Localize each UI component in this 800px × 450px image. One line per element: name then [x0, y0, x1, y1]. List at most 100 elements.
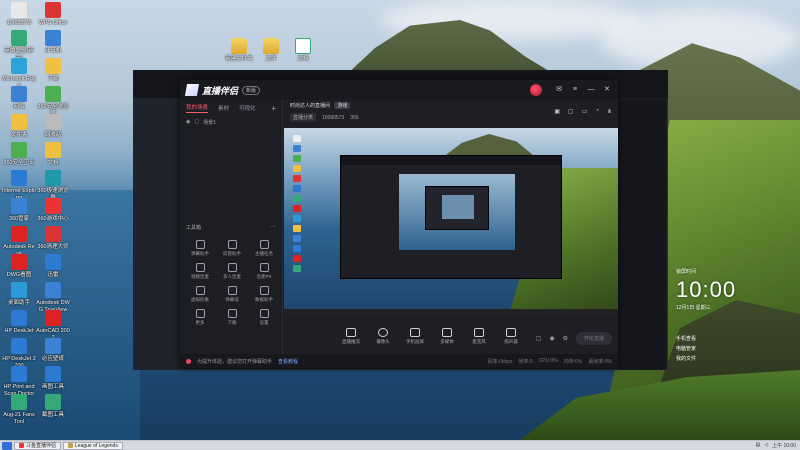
desktop-icon[interactable]: Aug-21 Fans Tool [2, 394, 36, 425]
add-scene-button[interactable]: + [271, 104, 276, 113]
desktop-icon[interactable]: 画图工具 [36, 366, 70, 391]
room-title[interactable]: 时尚达人的直播间 [290, 103, 330, 109]
desktop-icon[interactable]: 迅雷 [36, 254, 70, 279]
tool-button[interactable]: 视频连麦 [184, 263, 216, 280]
desktop-icon[interactable]: HP DeskJet 2700 [2, 338, 36, 369]
tool-button[interactable]: 设置 [248, 309, 280, 326]
close-icon[interactable]: ✕ [602, 85, 612, 95]
desktop-icon[interactable]: 必应壁纸 [36, 338, 70, 363]
eye-icon[interactable]: ◉ [186, 119, 190, 126]
status-link[interactable]: 查看教程 [278, 358, 298, 365]
app-icon [11, 170, 27, 186]
category-pill[interactable]: 直播分类 [290, 113, 317, 122]
more-icon [195, 309, 205, 318]
desktop-icon-label: 网络 [13, 104, 25, 110]
widget-row: 手机查看 [676, 335, 696, 342]
desktop-icon[interactable]: HP Print and Scan Doctor [2, 366, 36, 397]
control-button[interactable]: 摄像头 [372, 328, 394, 345]
app-icon [11, 226, 27, 242]
desktop-icon[interactable]: 360安全浏览器 [36, 86, 70, 117]
desktop-icon[interactable]: HP DeskJet [2, 310, 36, 335]
desktop-file[interactable]: 文档 [286, 38, 320, 63]
tab-visual[interactable]: 可视化 [239, 104, 256, 112]
desktop-icon[interactable]: 计算机 [36, 30, 70, 55]
desktop-icon[interactable]: Autodesk DWG TrueView [36, 282, 70, 313]
desktop-icon-label: 文件夹 [10, 132, 28, 138]
menu-icon[interactable]: ≡ [570, 85, 580, 95]
desktop-icon[interactable]: 360管家 [2, 198, 36, 223]
message-icon[interactable]: ✉ [554, 85, 564, 95]
desktop-icon[interactable]: WPS Office [36, 2, 70, 27]
tab-assets[interactable]: 素材 [218, 104, 229, 112]
widget-item[interactable]: 我的文件 [676, 355, 696, 362]
desktop-icon[interactable]: 360极速浏览器 [36, 170, 70, 201]
app-titlebar[interactable]: 直播伴侣 新版 ✉ ≡ — ✕ [180, 80, 618, 100]
tool-button[interactable]: 多人连麦 [216, 263, 248, 280]
desktop-icon[interactable]: Microsoft Edge [2, 58, 36, 89]
tool-button[interactable]: 下载 [216, 309, 248, 326]
desktop-icon[interactable]: 回收站 [36, 114, 70, 139]
tool-button[interactable]: 房管助手 [216, 240, 248, 257]
taskbar-item[interactable]: 斗鱼直播伴侣 [14, 441, 62, 450]
desktop-icon[interactable]: 文件夹 [2, 114, 36, 139]
tool-button[interactable]: 数据助手 [248, 286, 280, 303]
desktop-icon[interactable]: 360安全卫士 [2, 142, 36, 167]
settings-icon [259, 309, 269, 318]
volume-icon[interactable]: ◁ [764, 442, 768, 449]
desktop-icon-label: 下载 [47, 76, 59, 82]
desktop-icon[interactable]: AutoCAD 2007 [36, 310, 70, 341]
control-button[interactable]: 手机投屏 [404, 328, 426, 345]
desktop-icon[interactable]: 10090573 [2, 2, 36, 27]
avatar[interactable] [530, 84, 542, 96]
tool-button[interactable]: 虚拟形象 [184, 286, 216, 303]
tool-button[interactable]: 弹幕墙 [216, 286, 248, 303]
desktop-icon[interactable]: Internet Explorer [2, 170, 36, 201]
minimize-icon[interactable]: — [586, 85, 596, 95]
room-badge[interactable]: 游戏 [334, 102, 351, 109]
more-icon[interactable]: ⋯ [271, 224, 276, 231]
control-button[interactable]: 扬声器 [500, 328, 522, 345]
desktop-icon[interactable]: 网络 [2, 86, 36, 111]
tray-clock[interactable]: 上午 10:00 [772, 442, 796, 449]
desktop-icon[interactable]: 文档 [36, 142, 70, 167]
taskbar-item[interactable]: League of Legends [63, 441, 123, 450]
settings-icon[interactable]: ⚙ [563, 335, 568, 342]
desktop-folder[interactable]: 文件 [254, 38, 288, 63]
start-live-button[interactable]: 开始直播 [575, 332, 612, 345]
widget-item[interactable]: 手机查看 [676, 335, 696, 342]
desktop-icon[interactable]: 截图工具 [36, 394, 70, 419]
control-button[interactable]: 多媒体 [436, 328, 458, 345]
widget-item[interactable]: 电脑管家 [676, 345, 696, 352]
tool-button[interactable]: 连麦PK [248, 263, 280, 280]
desktop-icon[interactable]: 下载 [36, 58, 70, 83]
eye-icon[interactable]: ◉ [549, 335, 554, 342]
scene-item[interactable]: ◉ ▢ 场景1 [180, 116, 282, 129]
desktop-icon[interactable]: DWG看图 [2, 254, 36, 279]
desktop-icon[interactable]: 桌面助手 [2, 282, 36, 307]
gift-icon[interactable]: ▣ [554, 108, 560, 115]
version-tag[interactable]: 新版 [242, 85, 261, 95]
desktop-icon[interactable]: 360游戏中心 [36, 198, 70, 223]
lock-icon[interactable]: ▢ [194, 119, 199, 126]
desktop-icon[interactable]: Autodesk Revit [2, 226, 36, 257]
tool-button[interactable]: 弹幕助手 [184, 240, 216, 257]
streaming-app-window[interactable]: 直播伴侣 新版 ✉ ≡ — ✕ 我的场景 素材 可视化 + ◉ ▢ 场景1 工具… [180, 80, 618, 368]
network-icon[interactable]: ▤ [756, 442, 761, 449]
record-icon[interactable]: ▢ [536, 335, 542, 342]
tool-button[interactable]: 更多 [184, 309, 216, 326]
desktop-folder[interactable]: 新建文件夹 [222, 38, 256, 63]
live-preview[interactable] [284, 128, 618, 314]
lock-icon[interactable]: ▢ [568, 108, 574, 115]
bell-icon[interactable]: ◔ [595, 108, 599, 115]
desktop-icon[interactable]: 360清理大师 [36, 226, 70, 251]
control-button[interactable]: 麦克风 [468, 328, 490, 345]
start-button[interactable] [2, 441, 12, 450]
tab-my-scenes[interactable]: 我的场景 [186, 103, 209, 113]
share-icon[interactable]: ⋔ [607, 108, 612, 115]
toolbox-title: 工具箱 [186, 225, 202, 231]
screen-icon[interactable]: ▭ [582, 108, 588, 115]
desktop-icon[interactable]: 英雄联盟(新手) [2, 30, 36, 61]
tool-button[interactable]: 主播任务 [248, 240, 280, 257]
desktop-icon-label: 桌面助手 [7, 300, 30, 306]
control-button[interactable]: 直播推流 [340, 328, 362, 345]
